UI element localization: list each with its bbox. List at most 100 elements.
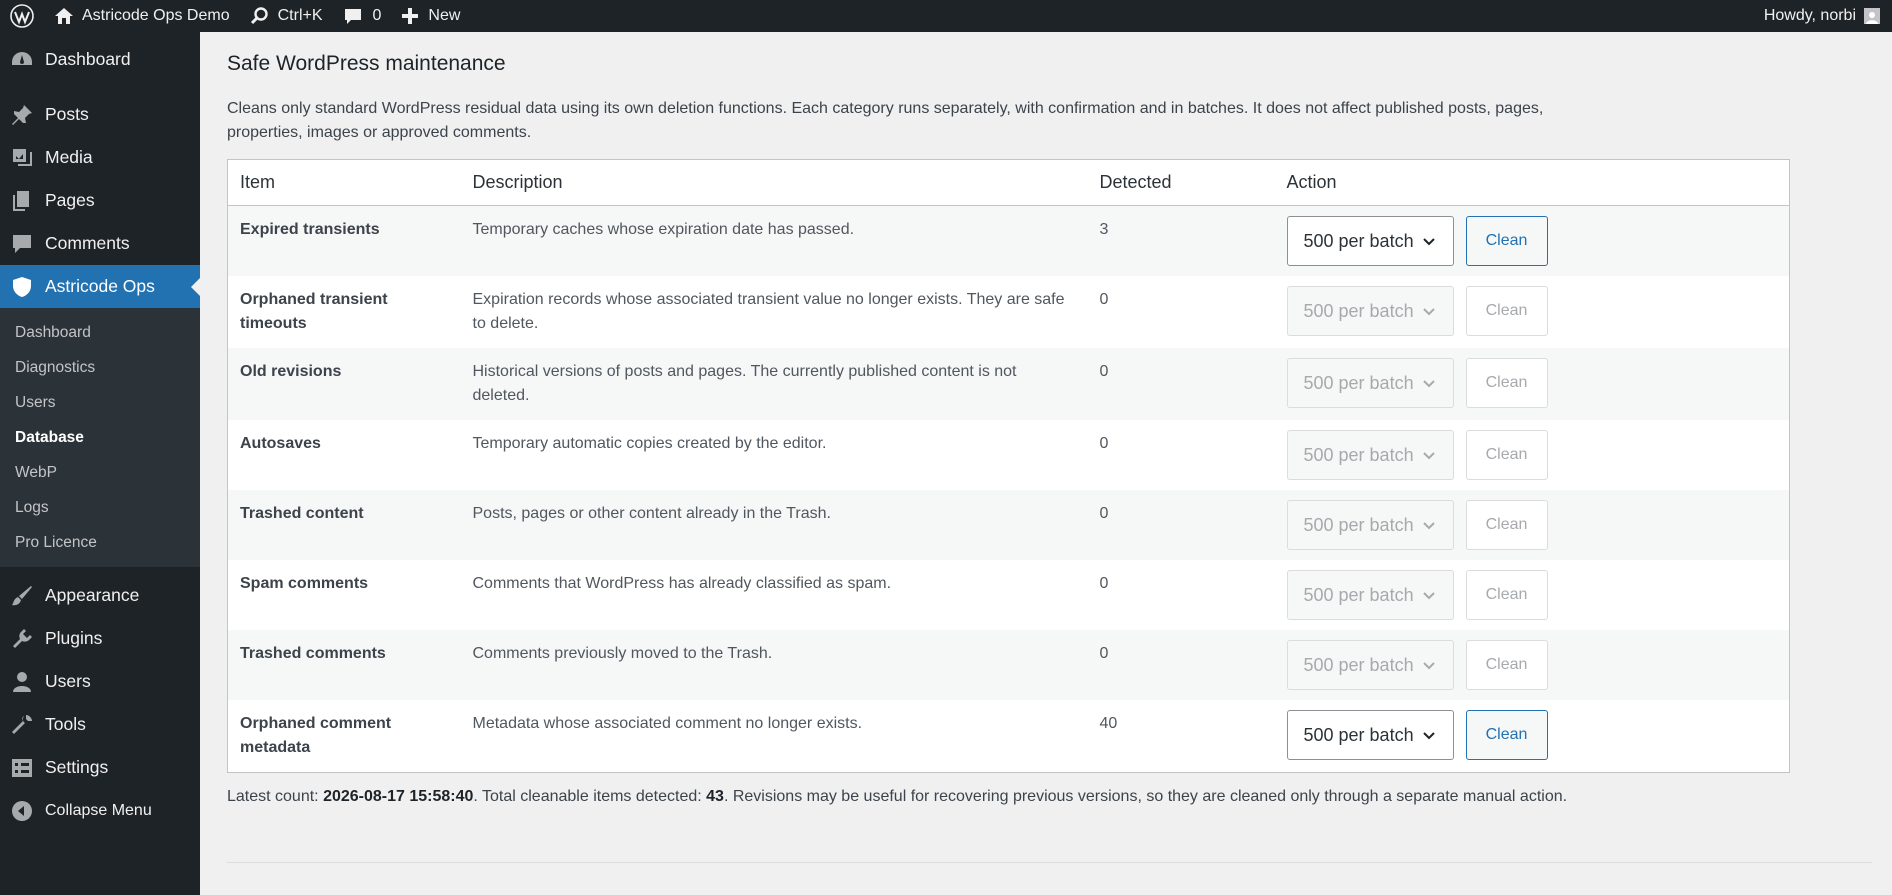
batch-size-select[interactable]: 500 per batch (1286, 358, 1454, 408)
plus-icon (402, 8, 419, 24)
submenu-item-database[interactable]: Database (0, 420, 200, 455)
batch-size-select[interactable]: 500 per batch (1286, 570, 1454, 620)
new-content-button[interactable]: New (391, 0, 470, 32)
menu-item-label: Posts (45, 104, 89, 124)
latest-count-note: Latest count: 2026-08-17 15:58:40. Total… (227, 788, 1567, 806)
menu-item-settings[interactable]: Settings (0, 746, 200, 789)
footer-prefix: Latest count: (227, 788, 324, 805)
clean-button[interactable]: Clean (1465, 640, 1548, 690)
chevron-down-icon (1422, 452, 1435, 460)
menu-item-tools[interactable]: Tools (0, 703, 200, 746)
row-description: Historical versions of posts and pages. … (472, 363, 1017, 404)
table-row: Orphaned comment metadata Metadata whose … (228, 700, 1790, 773)
row-action: 500 per batch Clean (1275, 420, 1790, 490)
menu-item-users[interactable]: Users (0, 660, 200, 703)
batch-size-value: 500 per batch (1303, 301, 1414, 321)
clean-button[interactable]: Clean (1465, 430, 1548, 480)
menu-item-astricode-ops[interactable]: Astricode Ops (0, 265, 200, 308)
batch-size-value: 500 per batch (1303, 655, 1414, 675)
batch-size-select[interactable]: 500 per batch (1286, 710, 1454, 760)
row-action: 500 per batch Clean (1275, 630, 1790, 700)
row-detected-count: 0 (1099, 575, 1109, 592)
page-title: Safe WordPress maintenance (227, 52, 506, 75)
submenu-item-dashboard[interactable]: Dashboard (0, 315, 200, 350)
batch-size-value: 500 per batch (1303, 373, 1414, 393)
row-action: 500 per batch Clean (1275, 490, 1790, 560)
column-header-action: Action (1274, 159, 1790, 206)
site-name-link[interactable]: Astricode Ops Demo (44, 0, 240, 32)
comments-link[interactable]: 0 (333, 0, 392, 32)
chevron-down-icon (1422, 592, 1435, 600)
batch-size-select[interactable]: 500 per batch (1286, 430, 1454, 480)
row-description: Comments previously moved to the Trash. (472, 645, 773, 662)
menu-item-dashboard[interactable]: Dashboard (0, 38, 200, 81)
batch-size-select[interactable]: 500 per batch (1286, 640, 1454, 690)
submenu-item-users[interactable]: Users (0, 385, 200, 420)
menu-item-pages[interactable]: Pages (0, 179, 200, 222)
submenu-item-logs[interactable]: Logs (0, 490, 200, 525)
batch-size-select[interactable]: 500 per batch (1286, 216, 1454, 266)
maintenance-table: Item Description Detected Action Expired… (227, 159, 1790, 773)
user-greeting: Howdy, norbi (1763, 7, 1856, 24)
chevron-down-icon (1422, 522, 1435, 530)
footer-middle: . Total cleanable items detected: (473, 788, 707, 805)
batch-size-value: 500 per batch (1303, 445, 1414, 465)
row-action: 500 per batch Clean (1275, 700, 1790, 773)
submenu-item-pro-licence[interactable]: Pro Licence (0, 525, 200, 560)
comment-bubble-icon (344, 9, 361, 24)
menu-item-media[interactable]: Media (0, 136, 200, 179)
column-header-description: Description (460, 159, 1088, 206)
row-detected-count: 0 (1099, 505, 1109, 522)
menu-item-label: Settings (45, 757, 109, 777)
menu-item-appearance[interactable]: Appearance (0, 574, 200, 617)
command-palette-button[interactable]: Ctrl+K (240, 0, 333, 32)
clean-button[interactable]: Clean (1465, 710, 1548, 760)
batch-size-select[interactable]: 500 per batch (1286, 500, 1454, 550)
row-action: 500 per batch Clean (1275, 560, 1790, 630)
clean-button[interactable]: Clean (1465, 358, 1548, 408)
column-header-item: Item (227, 159, 461, 206)
user-account-menu[interactable]: Howdy, norbi (1754, 0, 1892, 32)
comments-icon (13, 234, 31, 253)
row-detected-count: 0 (1099, 645, 1109, 662)
menu-item-label: Pages (45, 190, 95, 210)
batch-size-value: 500 per batch (1303, 725, 1414, 745)
clean-button[interactable]: Clean (1465, 570, 1548, 620)
menu-item-label: Collapse Menu (45, 801, 152, 819)
table-row: Spam comments Comments that WordPress has… (228, 560, 1790, 630)
submenu-item-webp[interactable]: WebP (0, 455, 200, 490)
pin-icon (12, 104, 32, 125)
clean-button[interactable]: Clean (1465, 286, 1548, 336)
wordpress-logo-icon[interactable] (0, 0, 44, 32)
menu-item-label: Dashboard (45, 49, 131, 69)
row-description: Posts, pages or other content already in… (472, 505, 831, 522)
menu-item-comments[interactable]: Comments (0, 222, 200, 265)
admin-sidebar: Dashboard Posts Media Pages Comments Ast… (0, 32, 200, 895)
astricode-ops-submenu: Dashboard Diagnostics Users Database Web… (0, 308, 200, 567)
clean-button[interactable]: Clean (1465, 216, 1548, 266)
submenu-item-diagnostics[interactable]: Diagnostics (0, 350, 200, 385)
search-icon (250, 7, 268, 25)
site-name: Astricode Ops Demo (82, 7, 230, 24)
chevron-down-icon (1422, 238, 1435, 246)
row-description: Comments that WordPress has already clas… (472, 575, 892, 592)
table-row: Orphaned transient timeouts Expiration re… (228, 276, 1790, 348)
menu-item-plugins[interactable]: Plugins (0, 617, 200, 660)
row-detected-count: 0 (1099, 291, 1109, 308)
latest-count-timestamp: 2026-08-17 15:58:40 (323, 788, 474, 805)
row-description: Expiration records whose associated tran… (472, 291, 1065, 332)
media-icon (13, 148, 32, 166)
avatar (1864, 8, 1880, 24)
admin-bar: Astricode Ops Demo Ctrl+K 0 New Howdy, n… (0, 0, 1892, 32)
menu-item-label: Users (45, 671, 91, 691)
menu-item-posts[interactable]: Posts (0, 93, 200, 136)
collapse-menu-button[interactable]: Collapse Menu (0, 789, 200, 832)
row-item-name: Orphaned comment metadata (240, 715, 392, 756)
menu-item-label: Plugins (45, 628, 103, 648)
batch-size-select[interactable]: 500 per batch (1286, 286, 1454, 336)
row-detected-count: 0 (1099, 435, 1109, 452)
plugin-icon (13, 628, 32, 648)
row-item-name: Autosaves (240, 435, 321, 452)
clean-button[interactable]: Clean (1465, 500, 1548, 550)
footer-suffix: . Revisions may be useful for recovering… (723, 788, 1568, 805)
